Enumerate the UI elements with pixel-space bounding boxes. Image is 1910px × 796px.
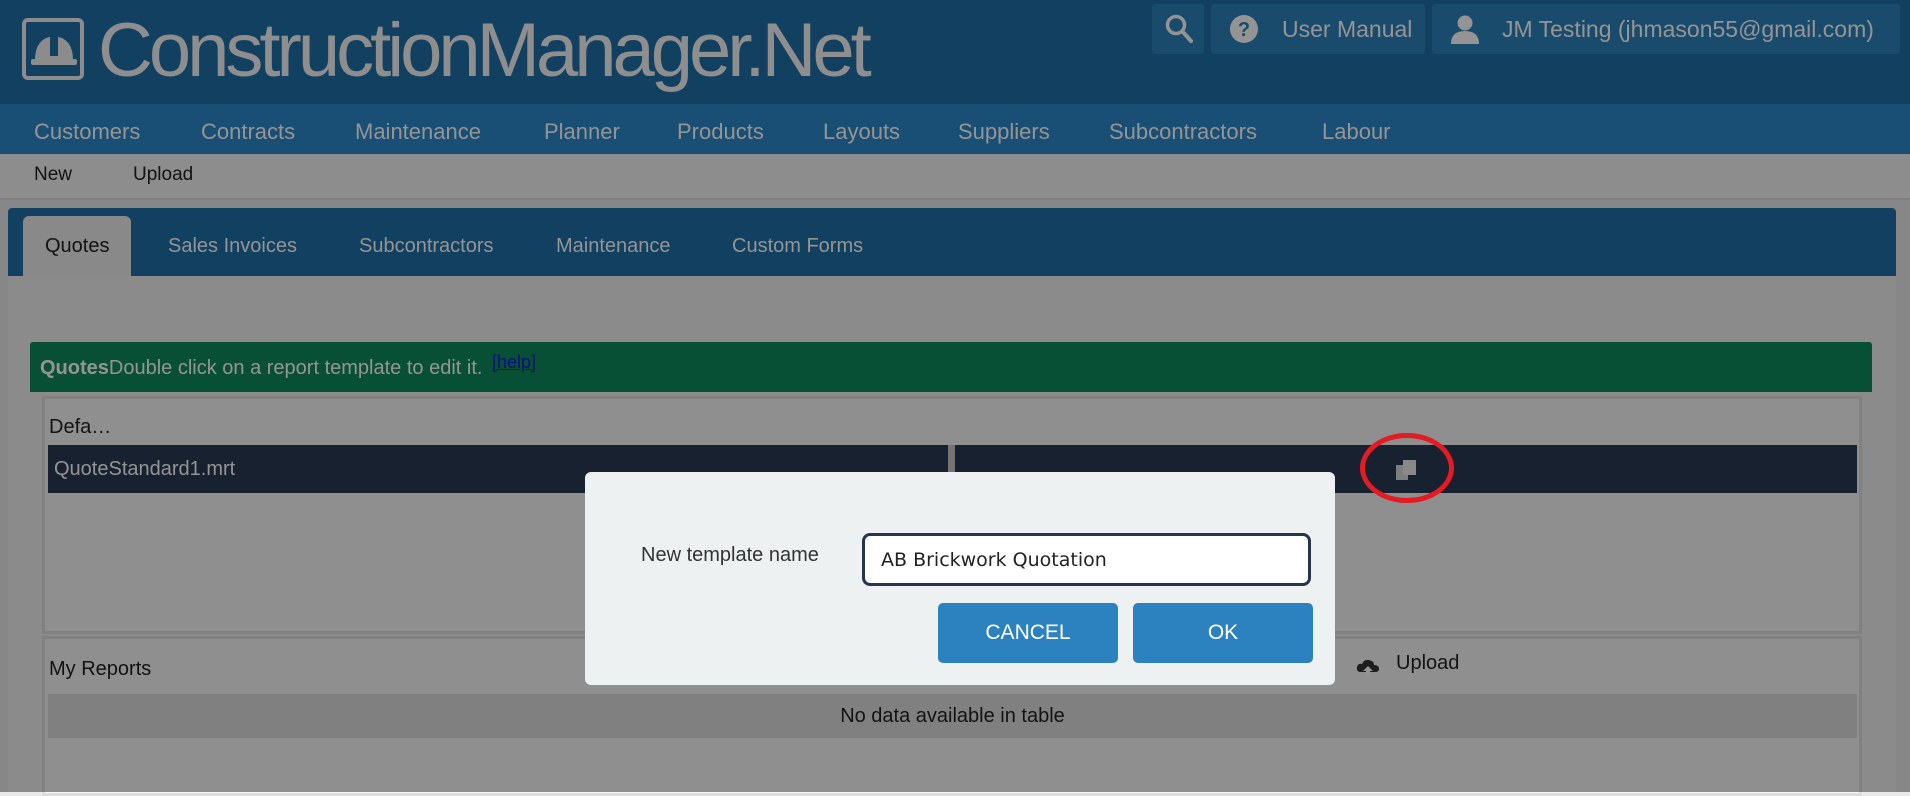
highlight-circle-annotation: [1360, 433, 1454, 503]
ok-button[interactable]: OK: [1133, 603, 1313, 663]
cancel-button[interactable]: CANCEL: [938, 603, 1118, 663]
new-template-name-input[interactable]: [862, 533, 1311, 586]
new-template-dialog: New template name CANCEL OK: [585, 472, 1335, 685]
new-template-name-label: New template name: [641, 544, 819, 566]
